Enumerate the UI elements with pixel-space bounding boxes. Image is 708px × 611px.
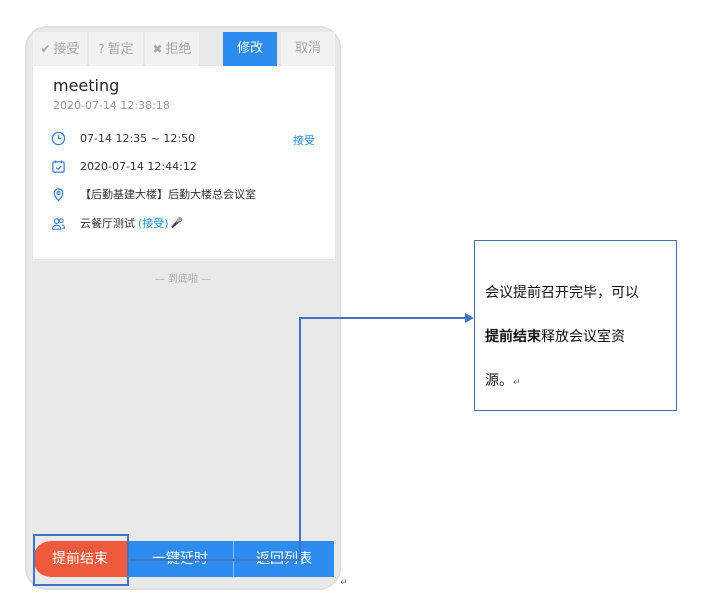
paragraph-mark: ↵ — [513, 378, 521, 388]
annotation-callout: 会议提前召开完毕，可以 提前结束释放会议室资 源。↵ — [474, 240, 677, 411]
callout-line-2: 提前结束释放会议室资 — [485, 329, 625, 345]
callout-line-3: 源。↵ — [485, 373, 521, 389]
paragraph-mark-outer: ↵ — [340, 578, 348, 588]
callout-line-1: 会议提前召开完毕，可以 — [485, 285, 639, 301]
callout-bold-text: 提前结束 — [485, 329, 541, 345]
